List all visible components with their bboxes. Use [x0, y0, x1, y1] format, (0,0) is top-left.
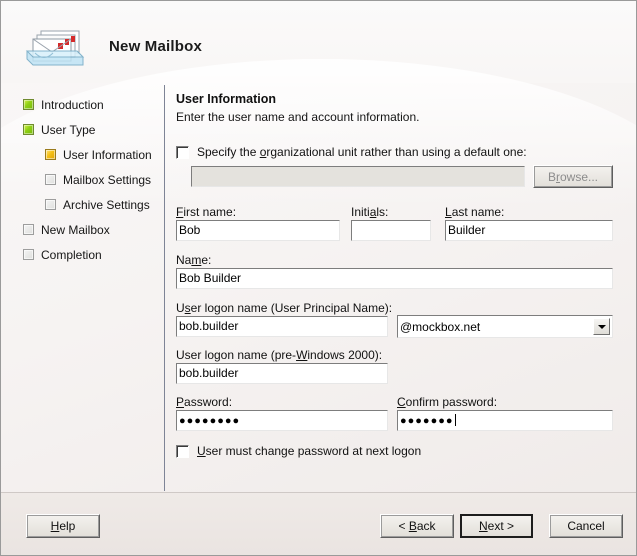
first-name-field[interactable]: Bob	[176, 220, 340, 241]
back-button[interactable]: < Back	[380, 514, 454, 538]
confirm-password-label: Confirm password:	[397, 395, 497, 409]
sidebar-item-introduction[interactable]: Introduction	[23, 96, 104, 113]
step-status-icon-done	[23, 99, 34, 110]
must-change-password-checkbox-row[interactable]: User must change password at next logon	[176, 444, 421, 458]
sidebar-item-label: New Mailbox	[41, 223, 110, 237]
next-button[interactable]: Next >	[460, 514, 533, 538]
wizard-steps-sidebar: Introduction User Type User Information …	[1, 83, 164, 491]
step-status-icon-todo	[45, 174, 56, 185]
sidebar-item-label: User Information	[63, 148, 152, 162]
initials-field[interactable]	[351, 220, 431, 241]
mailbox-tray-icon	[21, 23, 89, 71]
text-caret	[455, 414, 456, 426]
sidebar-item-new-mailbox[interactable]: New Mailbox	[23, 221, 110, 238]
sidebar-item-archive-settings[interactable]: Archive Settings	[45, 196, 150, 213]
next-button-label: Next >	[479, 519, 514, 533]
pre2000-label: User logon name (pre-Windows 2000):	[176, 348, 382, 362]
password-field[interactable]: ●●●●●●●●	[176, 410, 388, 431]
page-title: New Mailbox	[109, 38, 202, 55]
content-panel: User Information Enter the user name and…	[165, 83, 636, 491]
content-heading: User Information	[176, 92, 276, 106]
sidebar-item-completion[interactable]: Completion	[23, 246, 102, 263]
name-field[interactable]: Bob Builder	[176, 268, 613, 289]
sidebar-item-label: Introduction	[41, 98, 104, 112]
sidebar-item-label: User Type	[41, 123, 95, 137]
first-name-label: First name:	[176, 205, 236, 219]
step-status-icon-current	[45, 149, 56, 160]
sidebar-item-label: Archive Settings	[63, 198, 150, 212]
upn-label: User logon name (User Principal Name):	[176, 301, 392, 315]
upn-prefix-field[interactable]: bob.builder	[176, 316, 388, 337]
last-name-label: Last name:	[445, 205, 504, 219]
step-status-icon-todo	[23, 224, 34, 235]
upn-domain-combobox[interactable]: @mockbox.net	[397, 315, 613, 338]
last-name-field[interactable]: Builder	[445, 220, 613, 241]
upn-domain-value: @mockbox.net	[400, 317, 480, 337]
name-label: Name:	[176, 253, 211, 267]
sidebar-item-user-type[interactable]: User Type	[23, 121, 95, 138]
sidebar-item-label: Completion	[41, 248, 102, 262]
specify-ou-checkbox[interactable]	[176, 146, 189, 159]
pre2000-logon-field[interactable]: bob.builder	[176, 363, 388, 384]
cancel-button[interactable]: Cancel	[549, 514, 623, 538]
new-mailbox-wizard-window: New Mailbox Introduction User Type User …	[0, 0, 637, 556]
password-label: Password:	[176, 395, 232, 409]
must-change-password-label: User must change password at next logon	[197, 444, 421, 458]
initials-label: Initials:	[351, 205, 388, 219]
must-change-password-checkbox[interactable]	[176, 445, 189, 458]
sidebar-item-mailbox-settings[interactable]: Mailbox Settings	[45, 171, 151, 188]
chevron-down-icon[interactable]	[593, 318, 610, 335]
cancel-button-label: Cancel	[567, 519, 604, 533]
sidebar-item-label: Mailbox Settings	[63, 173, 151, 187]
wizard-header: New Mailbox	[1, 1, 636, 83]
help-button[interactable]: Help	[26, 514, 100, 538]
confirm-password-masked-value: ●●●●●●●	[400, 415, 454, 427]
confirm-password-field[interactable]: ●●●●●●●	[397, 410, 613, 431]
wizard-footer: Help < Back Next > Cancel	[1, 492, 636, 556]
content-subheading: Enter the user name and account informat…	[176, 110, 419, 124]
specify-ou-label: Specify the organizational unit rather t…	[197, 145, 527, 159]
browse-button-label: Browse...	[548, 170, 598, 184]
back-button-label: < Back	[398, 519, 435, 533]
sidebar-item-user-information[interactable]: User Information	[45, 146, 152, 163]
browse-button: Browse...	[533, 165, 613, 188]
step-status-icon-done	[23, 124, 34, 135]
step-status-icon-todo	[45, 199, 56, 210]
password-masked-value: ●●●●●●●●	[179, 415, 240, 427]
specify-ou-checkbox-row[interactable]: Specify the organizational unit rather t…	[176, 145, 527, 159]
step-status-icon-todo	[23, 249, 34, 260]
ou-path-field	[191, 166, 525, 187]
help-button-label: Help	[51, 519, 76, 533]
